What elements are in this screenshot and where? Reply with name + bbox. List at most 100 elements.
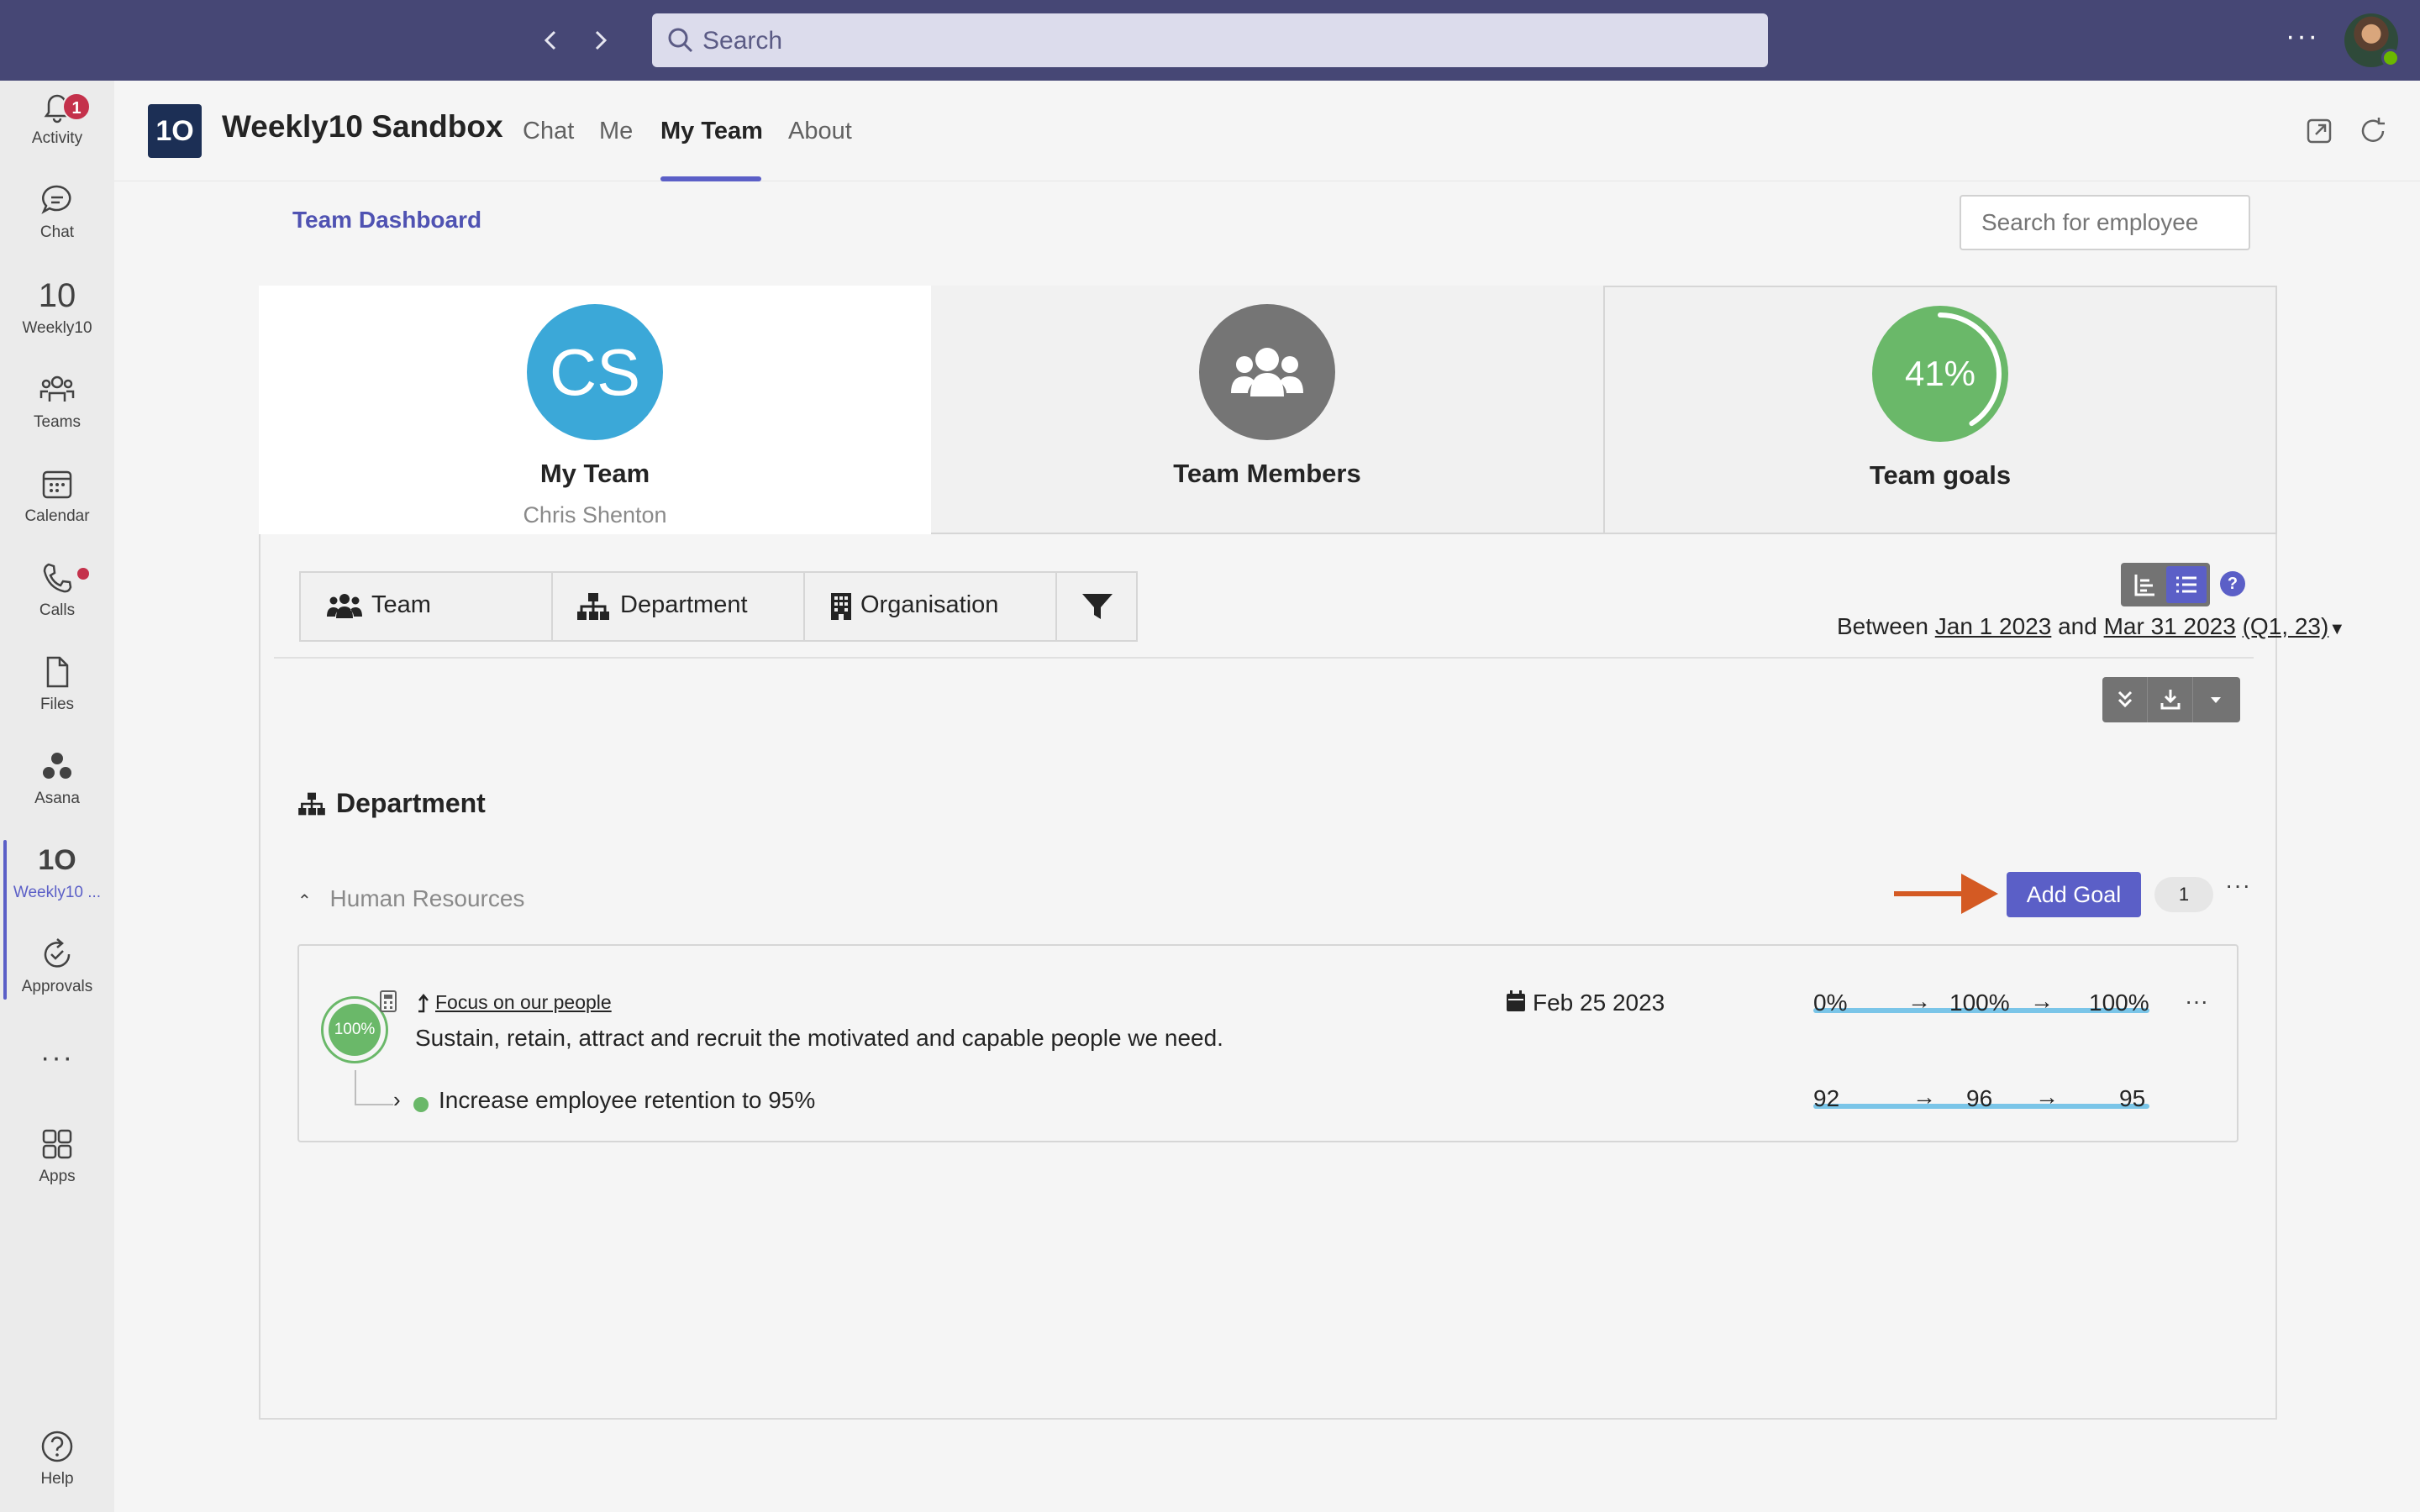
arrow-right-icon: → [1912, 1084, 1936, 1110]
rail-item-asana[interactable]: Asana [0, 748, 114, 832]
tools-dropdown-button[interactable] [2193, 677, 2238, 722]
chevron-right-icon[interactable] [583, 24, 617, 57]
card-title: Team Members [1173, 459, 1361, 488]
rail-item-activity[interactable]: Activity 1 [0, 87, 114, 171]
rail-item-calls[interactable]: Calls [0, 559, 114, 643]
filter-label: Department [620, 591, 748, 618]
group-header[interactable]: ⌃ Human Resources [297, 885, 524, 912]
date-range: Between Jan 1 2023 and Mar 31 2023 (Q1, … [1837, 613, 2345, 640]
list-view-button[interactable] [2166, 566, 2207, 603]
caret-down-icon[interactable]: ▼ [2328, 620, 2345, 638]
add-goal-button[interactable]: Add Goal [2007, 872, 2141, 917]
rail-label: Asana [34, 790, 80, 807]
card-my-team[interactable]: CS My Team Chris Shenton [259, 286, 931, 534]
main-content: Team Dashboard CS My Team Chris Shenton … [114, 181, 2420, 1512]
start-date-link[interactable]: Jan 1 2023 [1935, 613, 2052, 639]
rail-item-help[interactable]: Help [0, 1428, 114, 1512]
chevron-left-icon[interactable] [534, 24, 568, 57]
building-icon [831, 593, 851, 620]
sub-goal-current-value: 96 [1966, 1085, 1993, 1111]
notification-dot [77, 568, 89, 580]
card-title: Team goals [1869, 460, 2012, 490]
phone-icon [43, 563, 72, 593]
rail-label: Calls [39, 601, 76, 619]
sub-goal-start-value: 92 [1813, 1085, 1840, 1111]
sitemap-icon [298, 792, 325, 816]
double-chevron-down-icon [2118, 690, 2133, 708]
filter-department-button[interactable]: Department [551, 571, 805, 642]
goal-description[interactable]: Sustain, retain, attract and recruit the… [415, 1025, 1223, 1052]
file-icon [46, 656, 69, 688]
tab-about[interactable]: About [788, 118, 852, 145]
collapse-all-button[interactable] [2102, 677, 2148, 722]
download-button[interactable] [2148, 677, 2193, 722]
goal-target-value: 100% [2089, 990, 2149, 1016]
arrow-right-icon: → [2035, 1084, 2059, 1110]
tab-chat[interactable]: Chat [523, 118, 574, 145]
filter-funnel-button[interactable] [1055, 571, 1138, 642]
tab-me[interactable]: Me [599, 118, 633, 145]
rail-item-files[interactable]: Files [0, 654, 114, 738]
notification-badge: 1 [62, 92, 91, 121]
rail-label: Help [40, 1470, 74, 1488]
app-header: 1O Weekly10 Sandbox Chat Me My Team Abou… [114, 81, 2420, 181]
goals-progress-circle: 41% [1872, 306, 2008, 442]
rail-item-weekly10[interactable]: 10 Weekly10 [0, 277, 114, 361]
goal-more-icon[interactable]: ··· [2185, 988, 2208, 1015]
popout-icon[interactable] [2302, 114, 2336, 148]
team-dashboard-link[interactable]: Team Dashboard [292, 207, 481, 234]
users-icon [327, 594, 362, 618]
progress-ring [1879, 312, 2002, 435]
rail-label: Calendar [24, 507, 90, 525]
presence-available-icon [2381, 49, 2400, 67]
calculator-icon [380, 990, 397, 1012]
filter-label: Team [371, 591, 431, 618]
rail-item-weekly10-app[interactable]: 1O Weekly10 ... [0, 842, 114, 926]
rail-item-approvals[interactable]: Approvals [0, 936, 114, 1020]
card-team-goals[interactable]: 41% Team goals [1603, 286, 2277, 534]
filter-organisation-button[interactable]: Organisation [803, 571, 1057, 642]
calendar-icon [1507, 990, 1525, 1011]
arrow-right-icon: → [1907, 988, 1931, 1014]
help-icon [41, 1431, 73, 1462]
parent-goal-link[interactable]: Focus on our people [435, 991, 612, 1014]
chevron-up-icon[interactable]: ⌃ [297, 892, 312, 911]
rail-label: Activity [31, 129, 83, 147]
rail-more-apps[interactable]: ··· [0, 1042, 114, 1092]
more-options-icon[interactable]: ··· [2286, 20, 2319, 53]
card-team-members[interactable]: Team Members [931, 286, 1603, 534]
asana-icon [43, 753, 71, 779]
date-range-prefix: Between [1837, 613, 1928, 639]
rail-item-teams[interactable]: Teams [0, 371, 114, 455]
avatar-initials: CS [527, 304, 663, 440]
rail-label: Apps [39, 1168, 76, 1185]
rail-label: Teams [34, 413, 81, 431]
rail-item-calendar[interactable]: Calendar [0, 465, 114, 549]
rail-item-apps[interactable]: Apps [0, 1126, 114, 1210]
annotation-arrow-icon [1894, 874, 1998, 914]
more-icon: ··· [40, 1042, 74, 1074]
goal-current-value: 100% [1949, 990, 2010, 1016]
filter-team-button[interactable]: Team [299, 571, 553, 642]
rail-label: Weekly10 [22, 319, 92, 337]
chart-view-icon [2134, 575, 2154, 596]
group-more-icon[interactable]: ··· [2225, 872, 2251, 899]
global-search-input[interactable]: Search [652, 13, 1768, 67]
end-date-link[interactable]: Mar 31 2023 [2104, 613, 2236, 639]
help-icon[interactable]: ? [2220, 571, 2245, 596]
users-icon [1231, 348, 1303, 396]
filter-icon [1082, 594, 1113, 619]
employee-search-input[interactable] [1960, 195, 2250, 250]
refresh-icon[interactable] [2356, 114, 2390, 148]
sub-goal-description[interactable]: Increase employee retention to 95% [439, 1087, 815, 1114]
group-name: Human Resources [329, 885, 525, 911]
tab-my-team[interactable]: My Team [660, 118, 763, 145]
chart-view-button[interactable] [2124, 566, 2165, 603]
calendar-icon [42, 470, 72, 499]
card-title: My Team [539, 459, 650, 488]
chevron-right-icon[interactable]: › [393, 1087, 401, 1113]
date-range-joiner: and [2058, 613, 2097, 639]
quarter-selector[interactable]: (Q1, 23) [2243, 613, 2329, 639]
arrow-right-icon: → [2030, 988, 2054, 1014]
rail-item-chat[interactable]: Chat [0, 181, 114, 265]
